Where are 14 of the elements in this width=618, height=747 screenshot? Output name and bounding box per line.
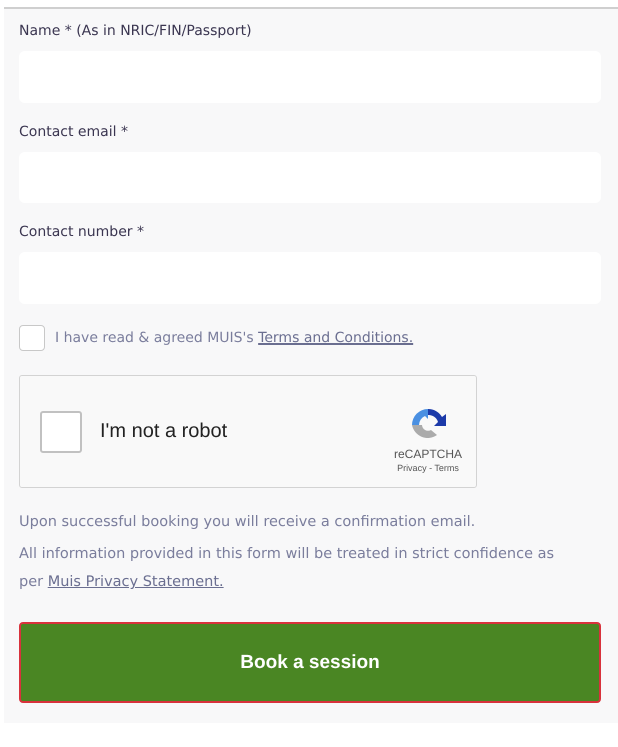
field-label: Name * (As in NRIC/FIN/Passport) [19, 23, 252, 39]
captcha-brand: reCAPTCHA [394, 446, 462, 461]
field-label: Contact email * [19, 124, 128, 140]
info-text: Upon successful booking you will receive a confirmation email. [19, 513, 476, 532]
field-label: Contact number * [19, 224, 144, 240]
info-text: All information provided in this form will be treated in strict confidence as per Muis Privacy Statement. [19, 545, 556, 592]
book-button[interactable]: Book a session [19, 622, 601, 704]
terms-text: I have read & agreed MUIS's Terms and Conditions. [55, 330, 414, 346]
privacy-link[interactable]: Muis Privacy Statement. [48, 574, 224, 590]
terms-link[interactable]: Terms and Conditions. [258, 330, 414, 346]
captcha-links: Privacy - Terms [397, 462, 459, 473]
captcha-checkbox[interactable] [40, 410, 82, 453]
captcha-label: I'm not a robot [100, 420, 228, 444]
checkbox[interactable] [19, 325, 45, 352]
